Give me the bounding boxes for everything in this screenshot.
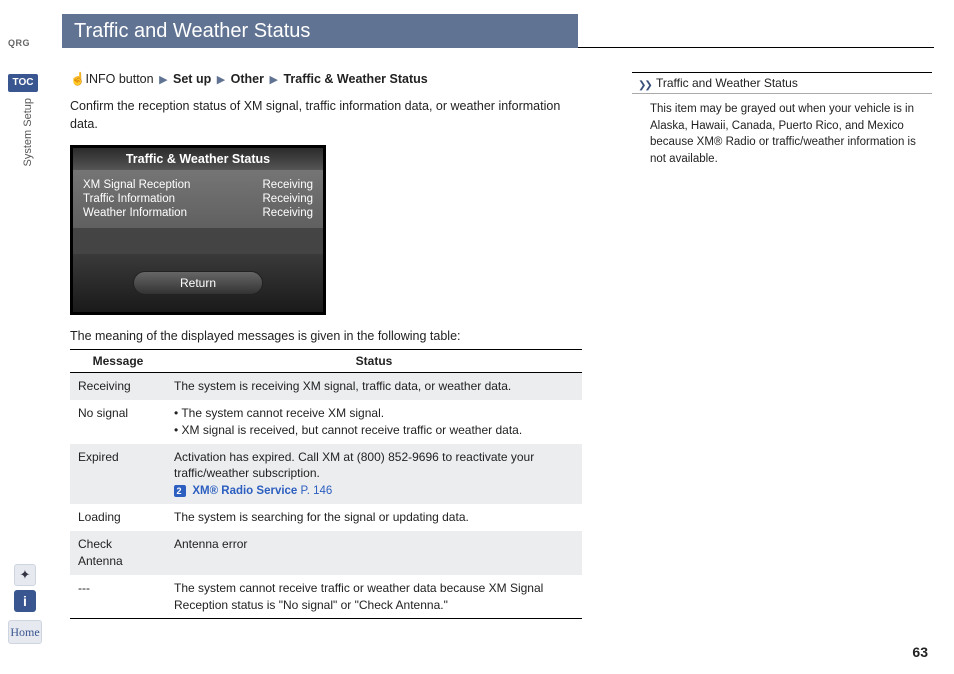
sidebar: QRG TOC System Setup ✦ i Home [0, 0, 50, 674]
msg-cell: --- [70, 575, 166, 619]
msg-cell: Loading [70, 504, 166, 531]
home-icon[interactable]: Home [8, 620, 42, 644]
sc-row-label: XM Signal Reception [83, 179, 190, 191]
return-button: Return [133, 271, 263, 295]
table-intro: The meaning of the displayed messages is… [70, 329, 590, 343]
status-cell: The system cannot receive traffic or wea… [166, 575, 582, 619]
msg-cell: Check Antenna [70, 531, 166, 575]
header-rule [578, 47, 934, 48]
status-cell: The system is searching for the signal o… [166, 504, 582, 531]
sc-row-label: Weather Information [83, 207, 187, 219]
sc-row-val: Receiving [263, 193, 314, 205]
crumb-tws: Traffic & Weather Status [283, 72, 427, 86]
msg-cell: Receiving [70, 373, 166, 400]
page-title: Traffic and Weather Status [62, 14, 578, 48]
note-heading: Traffic and Weather Status [632, 72, 932, 94]
voice-icon[interactable]: ✦ [14, 564, 36, 586]
note-body: This item may be grayed out when your ve… [632, 94, 932, 175]
crumb-setup: Set up [173, 72, 211, 86]
status-screenshot: Traffic & Weather Status XM Signal Recep… [70, 145, 326, 315]
chevron-icon: ▶ [267, 74, 279, 86]
hand-icon: ☝ [70, 72, 82, 87]
qrg-label[interactable]: QRG [8, 38, 30, 48]
section-label[interactable]: System Setup [22, 98, 34, 166]
status-cell: Activation has expired. Call XM at (800)… [166, 444, 582, 505]
toc-button[interactable]: TOC [8, 74, 38, 92]
sc-row-label: Traffic Information [83, 193, 175, 205]
sc-row-val: Receiving [263, 179, 314, 191]
sc-row-val: Receiving [263, 207, 314, 219]
breadcrumb: ☝ INFO button ▶ Set up ▶ Other ▶ Traffic… [70, 72, 590, 87]
msg-cell: Expired [70, 444, 166, 505]
th-status: Status [166, 350, 582, 373]
crumb-info: INFO button [85, 72, 153, 86]
th-message: Message [70, 350, 166, 373]
page-number: 63 [912, 644, 928, 660]
intro-text: Confirm the reception status of XM signa… [70, 97, 570, 133]
status-cell: The system cannot receive XM signal. XM … [166, 400, 582, 444]
status-table: Message Status Receiving The system is r… [70, 349, 582, 619]
info-icon[interactable]: i [14, 590, 36, 612]
chevron-icon: ▶ [157, 74, 169, 86]
chevron-icon: ▶ [215, 74, 227, 86]
status-cell: The system is receiving XM signal, traff… [166, 373, 582, 400]
msg-cell: No signal [70, 400, 166, 444]
screenshot-title: Traffic & Weather Status [73, 148, 323, 170]
xref-link[interactable]: XM® Radio Service P. 146 [192, 485, 332, 497]
status-cell: Antenna error [166, 531, 582, 575]
note-icon [638, 77, 652, 89]
crumb-other: Other [231, 72, 264, 86]
xref-icon[interactable] [174, 485, 186, 497]
